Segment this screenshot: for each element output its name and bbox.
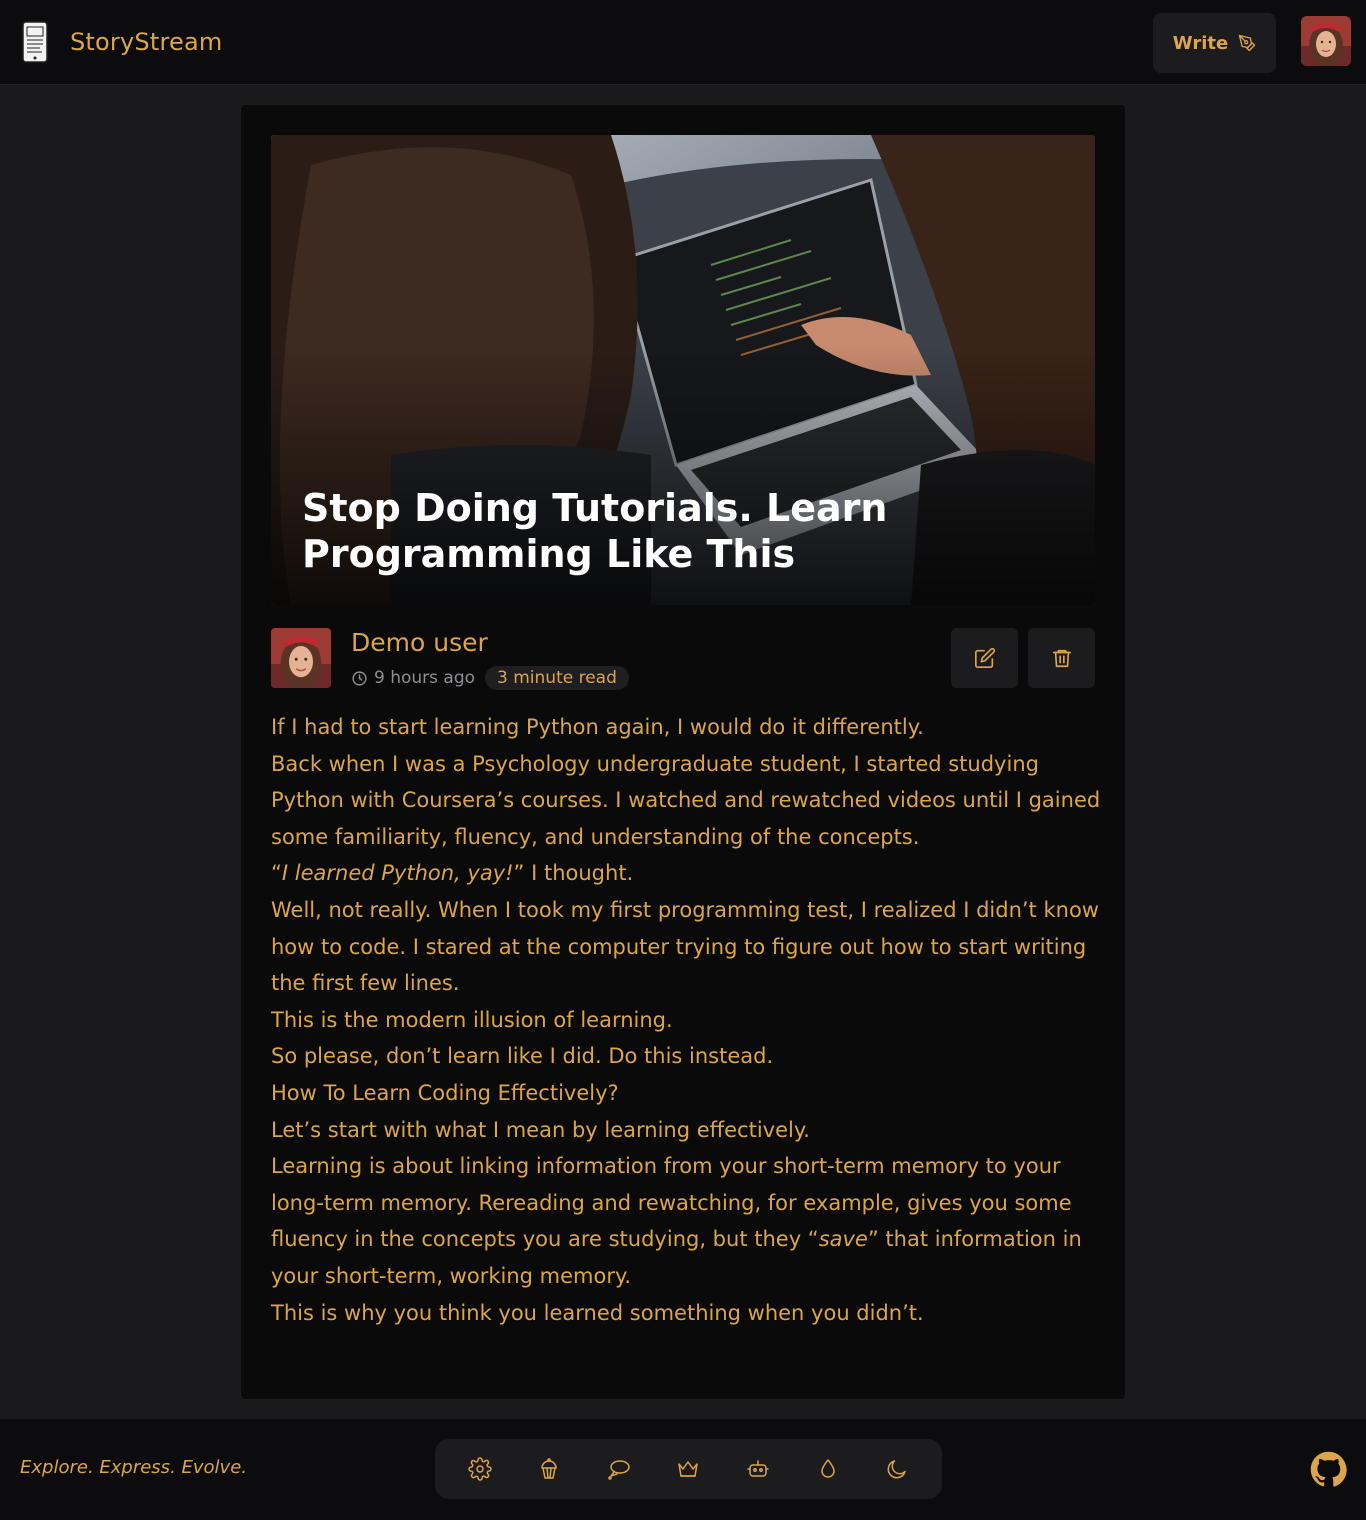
drop-icon[interactable] — [813, 1454, 843, 1484]
paragraph: If I had to start learning Python again,… — [271, 715, 924, 739]
article-cover-image: Stop Doing Tutorials. Learn Programming … — [271, 135, 1095, 605]
paragraph: Learning is about linking information fr… — [271, 1148, 1101, 1294]
speech-bubble-icon[interactable] — [604, 1454, 634, 1484]
theme-switcher — [435, 1439, 942, 1499]
footer: Explore. Express. Evolve. — [0, 1419, 1366, 1520]
quote-italic: I learned Python, yay! — [281, 861, 514, 886]
cupcake-icon[interactable] — [534, 1454, 564, 1484]
edit-button[interactable] — [951, 628, 1018, 688]
paragraph: This is the modern illusion of learning. — [271, 1007, 673, 1032]
robot-icon[interactable] — [743, 1454, 773, 1484]
write-label: Write — [1172, 32, 1229, 54]
pen-nib-icon — [1239, 34, 1256, 52]
brand-name[interactable]: StoryStream — [70, 28, 222, 56]
quote-rest: I thought. — [524, 861, 634, 886]
author-avatar[interactable] — [271, 628, 331, 688]
paragraph-quote: “I learned Python, yay!” I thought. — [271, 861, 634, 886]
crown-icon[interactable] — [673, 1454, 703, 1484]
user-avatar[interactable] — [1301, 16, 1351, 66]
paragraph-subheading: How To Learn Coding Effectively? — [271, 1080, 619, 1105]
post-time: 9 hours ago — [351, 668, 475, 688]
time-ago: 9 hours ago — [374, 668, 476, 688]
delete-button[interactable] — [1028, 628, 1095, 688]
article-body: If I had to start learning Python again,… — [271, 709, 1101, 1331]
paragraph: Back when I was a Psychology undergradua… — [271, 751, 1101, 849]
article-meta: 9 hours ago 3 minute read — [351, 665, 629, 691]
paragraph: Well, not really. When I took my first p… — [271, 897, 1099, 996]
article-card: Stop Doing Tutorials. Learn Programming … — [241, 105, 1125, 1399]
clock-icon — [352, 670, 367, 686]
paragraph: So please, don’t learn like I did. Do th… — [271, 1044, 774, 1069]
top-navbar: StoryStream Write — [0, 0, 1366, 85]
read-time-badge: 3 minute read — [485, 666, 629, 690]
book-logo-icon[interactable] — [20, 20, 50, 64]
moon-icon[interactable] — [882, 1454, 912, 1484]
github-icon[interactable] — [1310, 1451, 1347, 1488]
gear-icon[interactable] — [465, 1454, 495, 1484]
article-title: Stop Doing Tutorials. Learn Programming … — [302, 486, 888, 576]
footer-tagline: Explore. Express. Evolve. — [20, 1457, 247, 1478]
paragraph: This is why you think you learned someth… — [271, 1300, 924, 1325]
p9-italic: save — [818, 1227, 868, 1252]
paragraph: Let’s start with what I mean by learning… — [271, 1117, 810, 1142]
write-button[interactable]: Write — [1153, 13, 1276, 73]
author-name[interactable]: Demo user — [351, 628, 488, 657]
edit-icon — [974, 647, 995, 668]
trash-icon — [1052, 649, 1071, 668]
